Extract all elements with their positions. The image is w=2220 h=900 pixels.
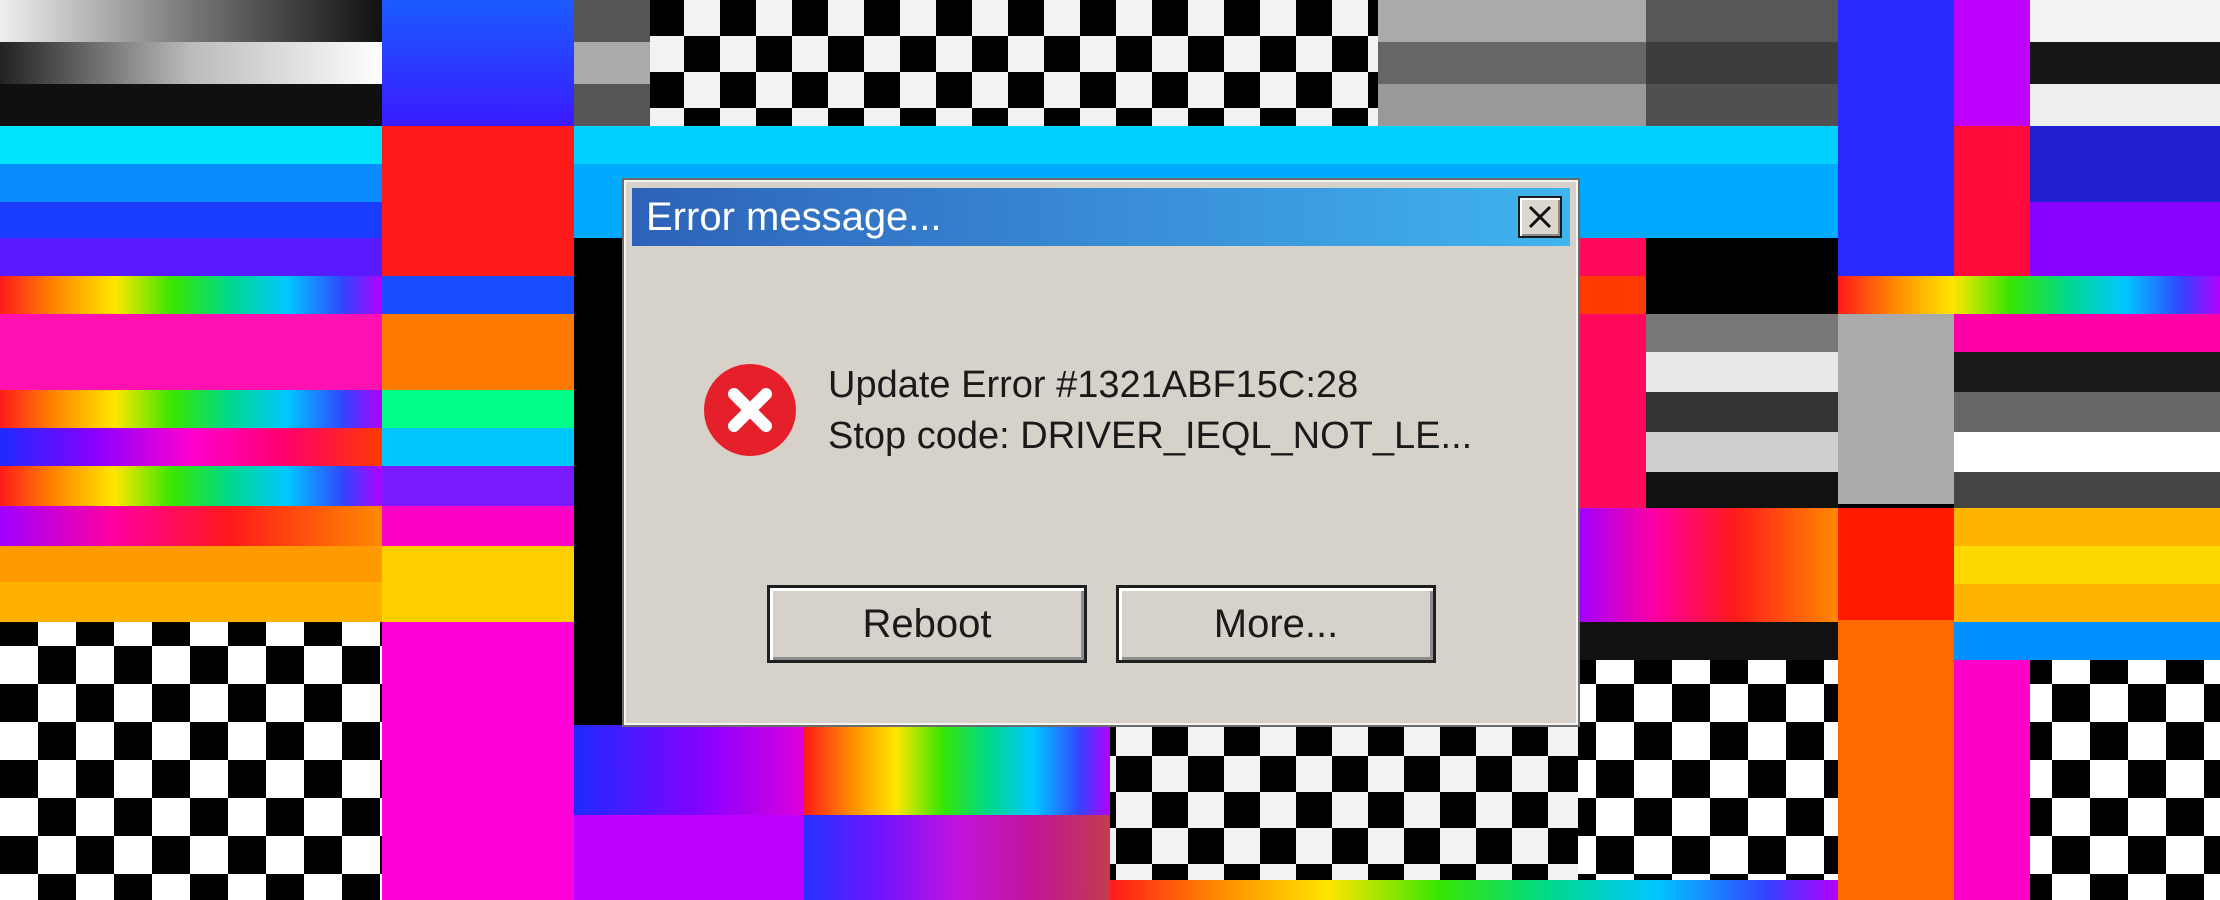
error-x-icon (704, 364, 796, 456)
close-icon (1528, 205, 1552, 229)
stop-code-line: Stop code: DRIVER_IEQL_NOT_LE... (828, 415, 1473, 457)
error-dialog: Error message... Update Error #1321ABF15… (622, 178, 1580, 727)
error-code-line: Update Error #1321ABF15C:28 (828, 364, 1359, 406)
reboot-button[interactable]: Reboot (767, 585, 1087, 663)
dialog-title: Error message... (646, 195, 942, 239)
close-button[interactable] (1518, 196, 1562, 238)
error-message: Update Error #1321ABF15C:28 Stop code: D… (828, 360, 1472, 462)
dialog-titlebar[interactable]: Error message... (632, 188, 1570, 246)
more-button[interactable]: More... (1116, 585, 1436, 663)
